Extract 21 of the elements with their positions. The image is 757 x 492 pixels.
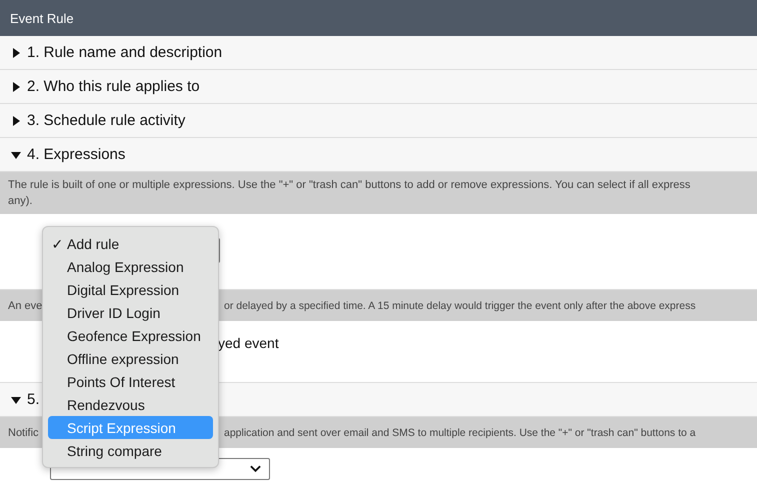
section-header[interactable]: 4. Expressions <box>0 138 757 172</box>
window-title: Event Rule <box>10 10 74 26</box>
chevron-icon <box>250 465 261 473</box>
section-header[interactable]: 2. Who this rule applies to <box>0 70 757 104</box>
menu-item[interactable]: ✓ Add rule <box>48 232 213 255</box>
menu-item[interactable]: Analog Expression <box>48 255 213 278</box>
menu-item[interactable]: Geofence Expression <box>48 324 213 347</box>
option-label: yed event <box>218 335 279 351</box>
menu-item[interactable]: Driver ID Login <box>48 301 213 324</box>
description-text: Notific <box>8 426 39 440</box>
menu-item[interactable]: Digital Expression <box>48 278 213 301</box>
menu-item[interactable]: Offline expression <box>48 347 213 370</box>
description-text: or delayed by a specified time. A 15 minute delay would trigger the event only after the above express <box>224 298 697 314</box>
menu-item[interactable]: Rendezvous <box>48 393 213 416</box>
description-text: An eve <box>8 298 42 314</box>
description-text: The rule is built of one or multiple expressions. Use the "+" or "trash can" buttons to add or remove expressions. You can select if all express <box>8 178 692 193</box>
section-header[interactable]: 1. Rule name and description <box>0 36 757 70</box>
description-text: application and sent over email and SMS to multiple recipients. Use the "+" or "trash can" buttons to a <box>224 426 697 440</box>
description-text: any). <box>8 194 34 209</box>
section-header[interactable]: 3. Schedule rule activity <box>0 104 757 138</box>
menu-item[interactable]: String compare <box>48 439 213 462</box>
